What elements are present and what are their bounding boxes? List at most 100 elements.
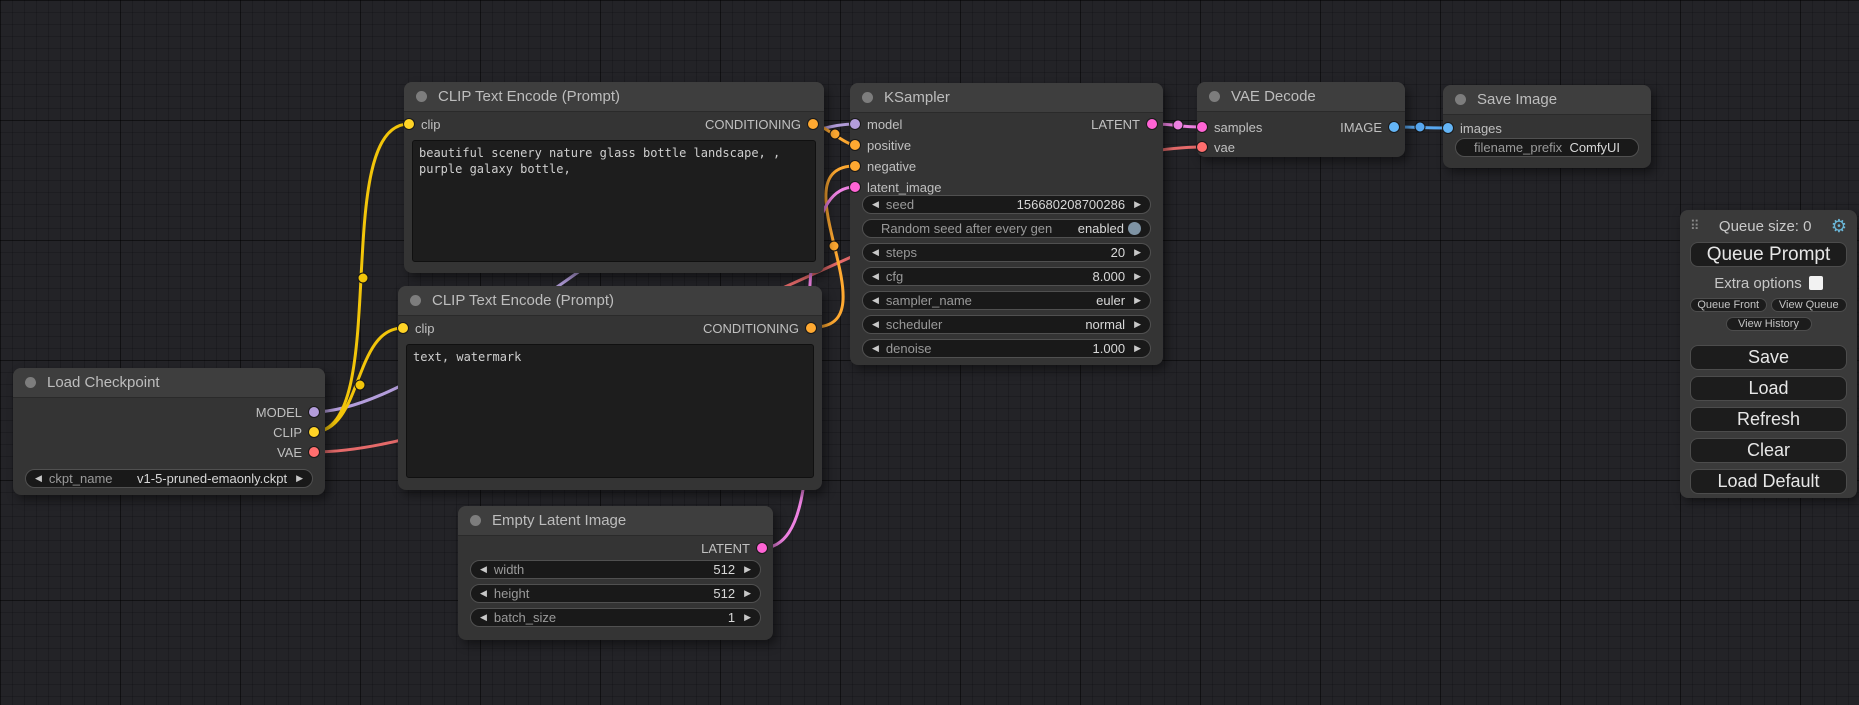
output-port-clip[interactable] — [309, 427, 319, 437]
extra-options-checkbox[interactable] — [1809, 276, 1823, 290]
input-port-samples[interactable] — [1197, 122, 1207, 132]
queue-size-label: Queue size: 0 — [1700, 218, 1831, 235]
widget-denoise[interactable]: ◀ denoise 1.000 ▶ — [862, 339, 1151, 358]
output-port-model[interactable] — [309, 407, 319, 417]
arrow-left-icon[interactable]: ◀ — [872, 272, 879, 281]
output-port-image[interactable] — [1389, 122, 1399, 132]
link-dot-cond-1[interactable] — [830, 129, 840, 139]
arrow-left-icon[interactable]: ◀ — [872, 200, 879, 209]
input-port-clip[interactable] — [404, 119, 414, 129]
collapse-dot-icon[interactable] — [416, 91, 427, 102]
node-save-image[interactable]: Save Image images filename_prefix ComfyU… — [1443, 85, 1651, 168]
arrow-right-icon[interactable]: ▶ — [1134, 320, 1141, 329]
node-clip-text-encode-positive[interactable]: CLIP Text Encode (Prompt) clip CONDITION… — [404, 82, 824, 273]
node-title-bar[interactable]: CLIP Text Encode (Prompt) — [404, 82, 824, 112]
node-graph-canvas[interactable]: Load Checkpoint MODEL CLIP VAE ◀ ckpt_na… — [0, 0, 1859, 705]
refresh-button[interactable]: Refresh — [1690, 407, 1847, 432]
node-title: Empty Latent Image — [492, 512, 626, 529]
collapse-dot-icon[interactable] — [1455, 94, 1466, 105]
arrow-right-icon[interactable]: ▶ — [1134, 248, 1141, 257]
output-port-conditioning[interactable] — [806, 323, 816, 333]
widget-cfg[interactable]: ◀ cfg 8.000 ▶ — [862, 267, 1151, 286]
widget-sampler-name[interactable]: ◀ sampler_name euler ▶ — [862, 291, 1151, 310]
collapse-dot-icon[interactable] — [1209, 91, 1220, 102]
node-load-checkpoint[interactable]: Load Checkpoint MODEL CLIP VAE ◀ ckpt_na… — [13, 368, 325, 495]
widget-seed[interactable]: ◀ seed 156680208700286 ▶ — [862, 195, 1151, 214]
collapse-dot-icon[interactable] — [25, 377, 36, 388]
settings-gear-icon[interactable]: ⚙ — [1831, 217, 1847, 235]
node-title-bar[interactable]: Load Checkpoint — [13, 368, 325, 398]
view-queue-button[interactable]: View Queue — [1771, 298, 1848, 312]
output-port-vae[interactable] — [309, 447, 319, 457]
clear-button[interactable]: Clear — [1690, 438, 1847, 463]
arrow-left-icon[interactable]: ◀ — [872, 344, 879, 353]
arrow-right-icon[interactable]: ▶ — [744, 565, 751, 574]
arrow-right-icon[interactable]: ▶ — [744, 589, 751, 598]
link-dot-clip-2[interactable] — [355, 380, 365, 390]
arrow-left-icon[interactable]: ◀ — [480, 613, 487, 622]
arrow-right-icon[interactable]: ▶ — [1134, 272, 1141, 281]
widget-width[interactable]: ◀ width 512 ▶ — [470, 560, 761, 579]
link-dot-image[interactable] — [1415, 122, 1425, 132]
output-port-latent[interactable] — [757, 543, 767, 553]
drag-handle-icon[interactable]: ⠿ — [1690, 218, 1700, 234]
link-dot-cond-2[interactable] — [829, 241, 839, 251]
collapse-dot-icon[interactable] — [862, 92, 873, 103]
input-port-clip[interactable] — [398, 323, 408, 333]
node-title-bar[interactable]: Empty Latent Image — [458, 506, 773, 536]
arrow-left-icon[interactable]: ◀ — [872, 296, 879, 305]
widget-height[interactable]: ◀ height 512 ▶ — [470, 584, 761, 603]
arrow-left-icon[interactable]: ◀ — [35, 474, 42, 483]
node-vae-decode[interactable]: VAE Decode samples vae IMAGE — [1197, 82, 1405, 157]
view-history-button[interactable]: View History — [1726, 317, 1812, 331]
arrow-right-icon[interactable]: ▶ — [1134, 296, 1141, 305]
collapse-dot-icon[interactable] — [410, 295, 421, 306]
widget-scheduler[interactable]: ◀ scheduler normal ▶ — [862, 315, 1151, 334]
link-dot-clip-1[interactable] — [358, 273, 368, 283]
arrow-left-icon[interactable]: ◀ — [480, 565, 487, 574]
load-button[interactable]: Load — [1690, 376, 1847, 401]
node-title: CLIP Text Encode (Prompt) — [438, 88, 620, 105]
input-port-negative[interactable] — [850, 161, 860, 171]
node-title-bar[interactable]: VAE Decode — [1197, 82, 1405, 112]
node-empty-latent-image[interactable]: Empty Latent Image LATENT ◀ width 512 ▶ … — [458, 506, 773, 640]
input-port-positive[interactable] — [850, 140, 860, 150]
link-dot-latent-2[interactable] — [1173, 120, 1183, 130]
node-title-bar[interactable]: KSampler — [850, 83, 1163, 113]
queue-prompt-button[interactable]: Queue Prompt — [1690, 242, 1847, 267]
arrow-left-icon[interactable]: ◀ — [872, 320, 879, 329]
arrow-right-icon[interactable]: ▶ — [1134, 200, 1141, 209]
widget-steps[interactable]: ◀ steps 20 ▶ — [862, 243, 1151, 262]
widget-random-seed-toggle[interactable]: Random seed after every gen enabled — [862, 219, 1151, 238]
arrow-right-icon[interactable]: ▶ — [1134, 344, 1141, 353]
toggle-icon[interactable] — [1128, 222, 1141, 235]
node-clip-text-encode-negative[interactable]: CLIP Text Encode (Prompt) clip CONDITION… — [398, 286, 822, 490]
collapse-dot-icon[interactable] — [470, 515, 481, 526]
arrow-right-icon[interactable]: ▶ — [296, 474, 303, 483]
prompt-textarea[interactable]: beautiful scenery nature glass bottle la… — [412, 140, 816, 262]
widget-batch-size[interactable]: ◀ batch_size 1 ▶ — [470, 608, 761, 627]
input-label: images — [1460, 121, 1502, 136]
input-port-images[interactable] — [1443, 123, 1453, 133]
node-title-bar[interactable]: CLIP Text Encode (Prompt) — [398, 286, 822, 316]
input-label: negative — [867, 159, 916, 174]
input-port-vae[interactable] — [1197, 142, 1207, 152]
prompt-textarea[interactable]: text, watermark — [406, 344, 814, 478]
arrow-left-icon[interactable]: ◀ — [872, 248, 879, 257]
queue-front-button[interactable]: Queue Front — [1690, 298, 1767, 312]
save-button[interactable]: Save — [1690, 345, 1847, 370]
input-port-latent-image[interactable] — [850, 182, 860, 192]
load-default-button[interactable]: Load Default — [1690, 469, 1847, 494]
output-port-latent[interactable] — [1147, 119, 1157, 129]
output-port-conditioning[interactable] — [808, 119, 818, 129]
widget-filename-prefix[interactable]: filename_prefix ComfyUI — [1455, 138, 1639, 157]
widget-ckpt-name[interactable]: ◀ ckpt_name v1-5-pruned-emaonly.ckpt ▶ — [25, 469, 313, 488]
arrow-left-icon[interactable]: ◀ — [480, 589, 487, 598]
input-label: model — [867, 117, 902, 132]
node-title-bar[interactable]: Save Image — [1443, 85, 1651, 115]
output-label: CLIP — [273, 425, 302, 440]
arrow-right-icon[interactable]: ▶ — [744, 613, 751, 622]
input-port-model[interactable] — [850, 119, 860, 129]
input-label: samples — [1214, 120, 1262, 135]
node-ksampler[interactable]: KSampler model positive negative latent_… — [850, 83, 1163, 365]
